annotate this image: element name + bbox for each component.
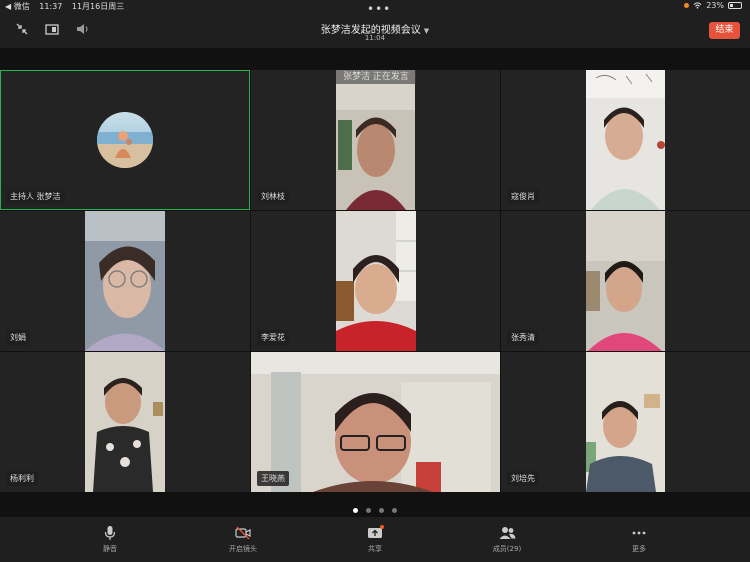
- members-button[interactable]: 成员(29): [472, 525, 542, 554]
- share-label: 共享: [368, 545, 382, 553]
- participant-name: 张秀清: [507, 330, 539, 345]
- page-dot[interactable]: [366, 508, 371, 513]
- top-spacer: [0, 48, 750, 70]
- speaking-banner: 张梦洁 正在发言: [336, 70, 416, 84]
- participant-tile[interactable]: 杨利利: [0, 352, 250, 492]
- participant-video: [85, 352, 165, 492]
- participant-video: [336, 70, 415, 210]
- camera-off-icon: [208, 525, 278, 541]
- participant-tile[interactable]: 刘培先: [501, 352, 750, 492]
- battery-percent: 23%: [706, 1, 724, 10]
- meeting-header: ••• 张梦洁发起的视频会议 ▼ 11:04 结束: [0, 2, 750, 48]
- share-button[interactable]: 共享: [340, 525, 410, 554]
- participant-name: 杨利利: [6, 471, 38, 486]
- participant-video: [586, 352, 665, 492]
- notification-dot: [380, 525, 384, 529]
- back-to-wechat-link[interactable]: ◀ 微信: [5, 2, 30, 11]
- mute-button[interactable]: 静音: [75, 525, 145, 554]
- participant-tile[interactable]: 寇俊肖: [501, 70, 750, 210]
- multitask-dots-icon[interactable]: •••: [367, 2, 391, 16]
- camera-label: 开启镜头: [229, 545, 257, 553]
- participant-tile[interactable]: 张秀清: [501, 211, 750, 351]
- participant-name: 李爱花: [257, 330, 289, 345]
- wifi-icon: [693, 2, 702, 9]
- battery-icon: [728, 2, 742, 9]
- more-button[interactable]: 更多: [604, 525, 674, 554]
- participant-name: 王晓燕: [257, 471, 289, 486]
- participant-tile[interactable]: 刘林枝: [251, 70, 500, 210]
- camera-button[interactable]: 开启镜头: [208, 525, 278, 554]
- mute-label: 静音: [103, 545, 117, 553]
- microphone-icon: [75, 525, 145, 541]
- participant-name: 寇俊肖: [507, 189, 539, 204]
- page-dot-active[interactable]: [353, 508, 358, 513]
- status-date: 11月16日周三: [71, 2, 125, 11]
- participant-tile-host[interactable]: 主持人 张梦洁: [0, 70, 250, 210]
- participant-name: 刘娟: [6, 330, 30, 345]
- participant-video: [85, 211, 165, 351]
- more-dots-icon: [604, 525, 674, 541]
- members-label: 成员(29): [492, 545, 522, 553]
- more-label: 更多: [632, 545, 646, 553]
- meeting-timer: 11:04: [364, 34, 386, 42]
- share-screen-icon: [340, 525, 410, 541]
- page-dot[interactable]: [392, 508, 397, 513]
- end-meeting-button[interactable]: 结束: [709, 22, 740, 39]
- participant-name: 刘培先: [507, 471, 539, 486]
- participant-name: 刘林枝: [257, 189, 289, 204]
- participant-video: [586, 211, 665, 351]
- participant-video: [586, 70, 665, 210]
- status-time: 11:37: [39, 2, 63, 11]
- participant-name: 主持人 张梦洁: [6, 189, 65, 204]
- page-dot[interactable]: [379, 508, 384, 513]
- participant-tile[interactable]: 李爱花: [251, 211, 500, 351]
- recording-indicator-icon: [684, 3, 690, 8]
- members-icon: [472, 525, 542, 541]
- page-indicator[interactable]: [0, 498, 750, 517]
- participant-video: [336, 211, 416, 351]
- participant-tile[interactable]: 王晓燕: [251, 352, 500, 492]
- participant-tile[interactable]: 刘娟: [0, 211, 250, 351]
- avatar: [97, 112, 153, 168]
- meeting-toolbar: 静音 开启镜头 共享 成员(29) 更多: [0, 517, 750, 562]
